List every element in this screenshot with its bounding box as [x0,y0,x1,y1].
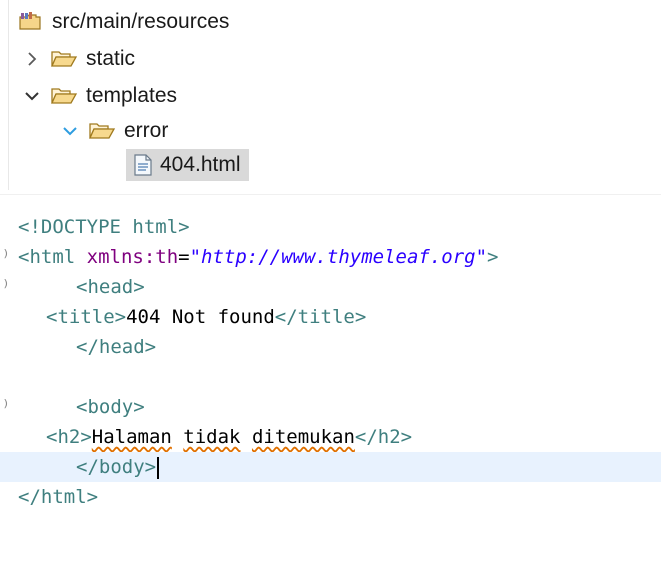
code-token: <h2> [46,426,92,448]
tree-item-resources[interactable]: src/main/resources [18,8,229,36]
chevron-right-icon[interactable] [24,51,40,67]
code-line[interactable]: ⁾ <head> [0,272,661,302]
code-token: = [178,246,190,268]
code-token: > [178,216,190,238]
code-token: ditemukan [251,426,355,448]
code-token: xmlns:th [86,246,179,268]
code-token: 404 Not found [126,306,275,328]
code-editor[interactable]: <!DOCTYPE html> ⁾ <html xmlns:th="http:/… [0,208,661,513]
code-token: </h2> [354,426,413,448]
tree-item-label: templates [86,84,178,107]
source-folder-icon [18,11,44,33]
tree-item-label: 404.html [160,153,241,176]
html-file-icon [134,154,152,176]
folder-open-icon [50,48,78,70]
code-line[interactable]: <title>404 Not found</title> [0,302,661,332]
code-line[interactable]: ⁾ <body> [0,392,661,422]
code-token: <body> [76,396,145,418]
chevron-down-icon[interactable] [62,123,78,139]
code-token: </body> [76,456,157,478]
panel-divider [0,194,661,195]
code-token: <head> [76,276,145,298]
code-line[interactable] [0,362,661,392]
code-token: "http://www.thymeleaf.org" [189,246,488,268]
tree-item-static[interactable]: static [24,45,135,73]
fold-marker[interactable]: ⁾ [0,272,11,302]
code-token: > [487,246,499,268]
tree-item-label: static [86,47,136,70]
code-line[interactable]: ⁾ <html xmlns:th="http://www.thymeleaf.o… [0,242,661,272]
tree-item-templates[interactable]: templates [24,82,177,110]
code-line[interactable]: </html> [0,482,661,512]
tree-edge [8,0,9,190]
tree-item-error[interactable]: error [62,117,168,145]
text-cursor [157,456,160,479]
code-token: <!DOCTYPE [18,216,133,238]
code-token: <title> [46,306,127,328]
chevron-down-icon[interactable] [24,88,40,104]
code-token: </html> [18,486,99,508]
code-line[interactable]: <!DOCTYPE html> [0,212,661,242]
tree-item-label: src/main/resources [52,10,230,33]
code-line-current[interactable]: </body> [0,452,661,482]
code-token: Halaman [91,426,172,448]
code-token: <html [18,246,87,268]
folder-open-icon [88,120,116,142]
code-token: tidak [183,426,241,448]
code-line[interactable]: </head> [0,332,661,362]
project-explorer-tree: src/main/resources static templates erro… [0,0,661,190]
code-token: </title> [274,306,367,328]
fold-marker[interactable]: ⁾ [0,242,11,272]
fold-marker[interactable]: ⁾ [0,392,11,422]
code-line[interactable]: <h2>Halaman tidak ditemukan</h2> [0,422,661,452]
selected-highlight: 404.html [126,149,249,181]
tree-item-label: error [124,119,169,142]
code-token: html [132,216,179,238]
tree-item-404-html[interactable]: 404.html [126,149,249,181]
folder-open-icon [50,85,78,107]
code-token: </head> [76,336,157,358]
